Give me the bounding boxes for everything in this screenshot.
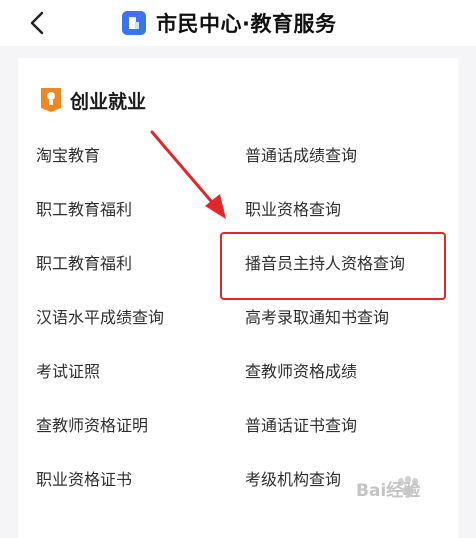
annotation-arrow	[150, 130, 226, 219]
baidu-paw-icon: Bai经验	[356, 476, 421, 501]
watermark-text: Bai经验	[356, 480, 421, 501]
watermark: Bai经验	[352, 470, 470, 510]
